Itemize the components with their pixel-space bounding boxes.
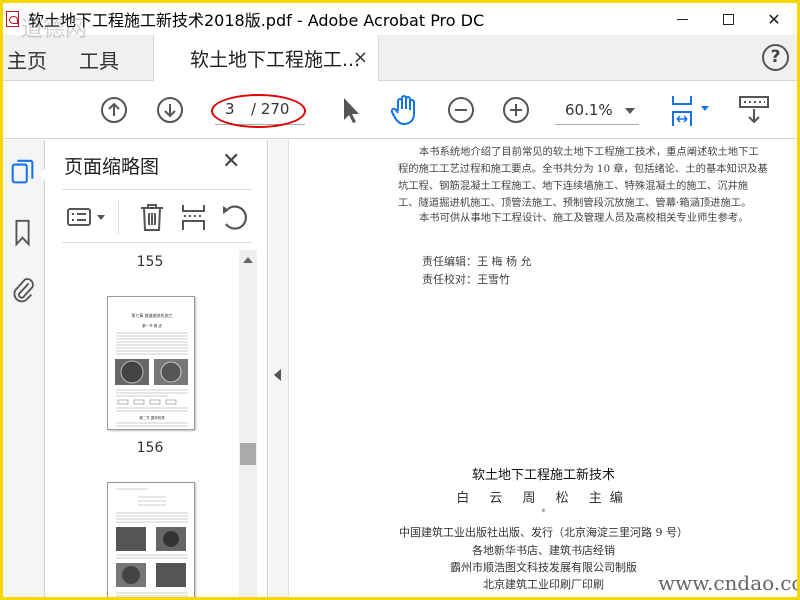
zoom-dropdown[interactable]: 60.1% xyxy=(555,99,639,125)
help-icon[interactable]: ? xyxy=(762,44,789,71)
close-tab-button[interactable]: × xyxy=(353,47,368,68)
document-paragraph: 本书系统地介绍了目前常见的软土地下工程施工技术，重点阐述软土地下工程的施工工艺过… xyxy=(398,146,768,209)
collapse-arrow-icon[interactable] xyxy=(274,369,281,381)
close-window-button[interactable]: ✕ xyxy=(751,3,797,35)
watermark: 道德网 xyxy=(21,17,88,42)
title-bar: 软土地下工程施工新技术2018版.pdf - Adobe Acrobat Pro… xyxy=(3,3,797,35)
divider xyxy=(118,200,119,234)
document-view: 本书系统地介绍了目前常见的软土地下工程施工技术，重点阐述软土地下工程的施工工艺过… xyxy=(290,140,797,597)
close-pane-button[interactable]: ✕ xyxy=(222,149,240,174)
zoom-out-icon[interactable] xyxy=(446,95,476,125)
prev-page-icon[interactable] xyxy=(99,95,129,125)
tab-home[interactable]: 主页 xyxy=(7,45,47,74)
maximize-button[interactable] xyxy=(705,3,751,35)
publisher-line: 各地新华书店、建筑书店经销 xyxy=(472,544,615,557)
window-controls: ✕ xyxy=(659,3,797,35)
proofreader-credit: 责任校对：王雪竹 xyxy=(422,273,510,286)
pane-title: 页面缩略图 xyxy=(64,156,160,178)
attachment-icon[interactable] xyxy=(9,274,37,304)
tab-tools[interactable]: 工具 xyxy=(79,45,119,74)
fit-page-icon[interactable] xyxy=(669,92,715,128)
hand-tool-icon[interactable] xyxy=(389,93,421,127)
toolbar: 3 / 270 60.1% xyxy=(3,82,797,139)
book-authors: 白 云 周 松 主编 xyxy=(456,491,631,506)
document-tab-label: 软土地下工程施工... xyxy=(190,48,361,71)
page-thumbnail-content: 第七章 隧道掘进机施工 第一节 概 述 第二节 盾构机类 xyxy=(115,312,188,427)
thumbnail-page-number: 156 xyxy=(136,440,164,456)
page-thumbnail-157[interactable] xyxy=(107,482,195,597)
window-title: 软土地下工程施工新技术2018版.pdf - Adobe Acrobat Pro… xyxy=(28,11,485,30)
delete-icon[interactable] xyxy=(138,202,166,232)
thumb-footer: 第二节 盾构机类 xyxy=(139,415,165,420)
divider xyxy=(62,189,252,190)
maximize-icon xyxy=(722,13,734,25)
divider xyxy=(62,242,252,243)
rotate-icon[interactable] xyxy=(220,202,250,232)
active-pointer xyxy=(39,168,46,182)
document-paragraph: 本书可供从事地下工程设计、施工及管理人员及高校相关专业师生参考。 xyxy=(419,212,749,224)
thumbnail-scrollbar[interactable] xyxy=(239,250,257,597)
thumbnail-pane: 页面缩略图 ✕ 155 第七章 隧道掘进机施工 第一节 概 述 第二节 盾构机类… xyxy=(46,140,268,597)
scrollbar-thumb[interactable] xyxy=(240,443,256,465)
tab-bar: 主页 工具 软土地下工程施工... × ? xyxy=(3,35,797,81)
thumbnail-list: 155 第七章 隧道掘进机施工 第一节 概 述 第二节 盾构机类 156 xyxy=(62,250,238,597)
book-title: 软土地下工程施工新技术 xyxy=(471,468,615,483)
thumbnail-page-number: 155 xyxy=(136,254,164,270)
pages-icon[interactable] xyxy=(9,158,37,188)
chevron-down-icon xyxy=(625,108,635,114)
zoom-in-icon[interactable] xyxy=(501,95,531,125)
minimize-icon xyxy=(676,18,688,20)
next-page-icon[interactable] xyxy=(155,95,185,125)
star-mark: * xyxy=(541,508,546,517)
pane-splitter[interactable] xyxy=(269,140,289,597)
page-thumbnail-156[interactable]: 第七章 隧道掘进机施工 第一节 概 述 第二节 盾构机类 xyxy=(107,296,195,430)
red-annotation-ellipse xyxy=(211,94,306,128)
watermark: www.cndao.com xyxy=(658,571,797,595)
keyboard-icon[interactable] xyxy=(738,94,772,126)
select-arrow-icon[interactable] xyxy=(339,95,363,125)
acrobat-pdf-icon xyxy=(6,10,22,28)
zoom-value: 60.1% xyxy=(565,101,613,119)
thumb-subheading: 第一节 概 述 xyxy=(142,323,162,328)
pane-toolbar xyxy=(62,196,252,238)
bookmark-icon[interactable] xyxy=(9,218,37,248)
editor-credit: 责任编辑：王 梅 杨 允 xyxy=(422,255,532,268)
scroll-up-icon[interactable] xyxy=(243,257,253,263)
thumb-heading: 第七章 隧道掘进机施工 xyxy=(131,312,172,318)
acrobat-window: 软土地下工程施工新技术2018版.pdf - Adobe Acrobat Pro… xyxy=(0,0,800,600)
options-icon[interactable] xyxy=(66,206,112,230)
sidebar-rail xyxy=(3,140,46,597)
minimize-button[interactable] xyxy=(659,3,705,35)
extract-icon[interactable] xyxy=(180,202,208,232)
publisher-line: 中国建筑工业出版社出版、发行（北京海淀三里河路 9 号） xyxy=(399,526,688,539)
tab-document[interactable]: 软土地下工程施工... × xyxy=(153,35,379,81)
page-thumbnail-content xyxy=(116,488,188,597)
